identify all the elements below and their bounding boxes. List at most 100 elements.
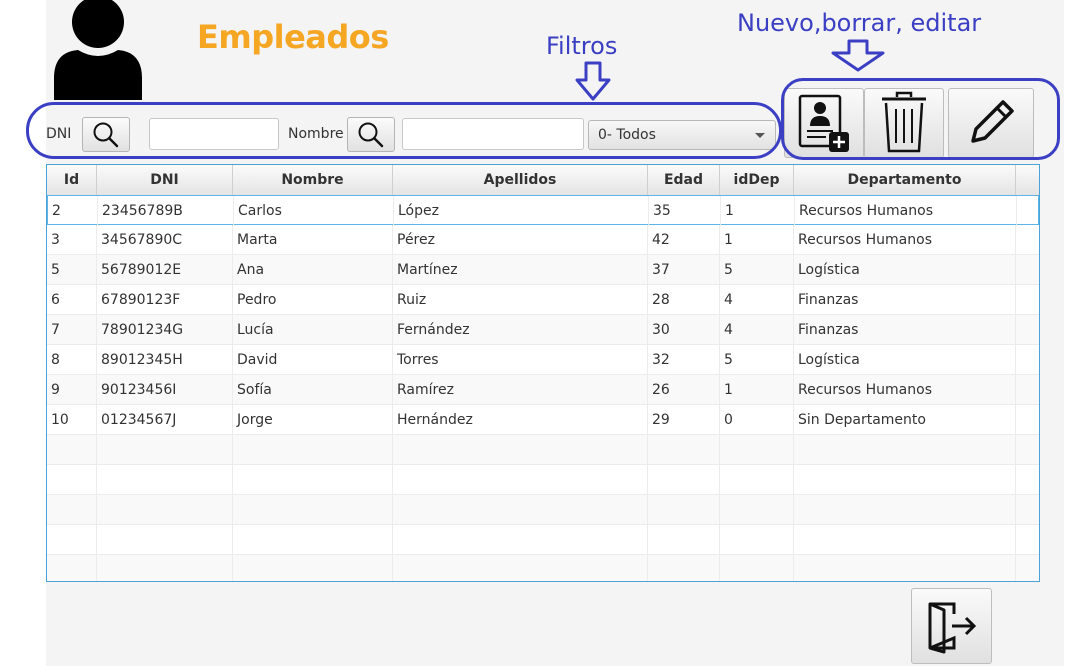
cell-nombre: Lucía [233, 315, 393, 345]
empty-cell [393, 495, 648, 525]
empty-table-row [47, 435, 1039, 465]
table-row[interactable]: 9 90123456I Sofía Ramírez 26 1 Recursos … [47, 375, 1039, 405]
cell-departamento: Finanzas [794, 315, 1016, 345]
cell-nombre: Marta [233, 225, 393, 255]
empty-cell [720, 555, 794, 581]
empty-cell [47, 495, 97, 525]
cell-nombre: Jorge [233, 405, 393, 435]
cell-iddep: 1 [720, 225, 794, 255]
column-header-apellidos[interactable]: Apellidos [393, 165, 648, 195]
cell-iddep: 4 [720, 315, 794, 345]
empty-cell [47, 525, 97, 555]
annotation-actions: Nuevo,borrar, editar [737, 9, 982, 37]
table-header: Id DNI Nombre Apellidos Edad idDep Depar… [47, 165, 1039, 196]
cell-edad: 37 [648, 255, 720, 285]
cell-dni: 34567890C [97, 225, 233, 255]
cell-apellidos: López [394, 196, 649, 226]
cell-edad: 29 [648, 405, 720, 435]
empty-cell [794, 465, 1016, 495]
exit-door-icon [928, 602, 976, 654]
empty-cell [97, 525, 233, 555]
column-header-departamento[interactable]: Departamento [794, 165, 1016, 195]
table-row[interactable]: 3 34567890C Marta Pérez 42 1 Recursos Hu… [47, 225, 1039, 255]
cell-edad: 26 [648, 375, 720, 405]
annotation-filters-outline [26, 102, 782, 159]
empty-cell [648, 525, 720, 555]
empty-cell [794, 525, 1016, 555]
empty-cell [233, 495, 393, 525]
cell-edad: 30 [648, 315, 720, 345]
cell-iddep: 1 [721, 196, 795, 226]
column-header-nombre[interactable]: Nombre [233, 165, 393, 195]
cell-nombre: Sofía [233, 375, 393, 405]
table-row[interactable]: 8 89012345H David Torres 32 5 Logística [47, 345, 1039, 375]
cell-nombre: David [233, 345, 393, 375]
table-row[interactable]: 10 01234567J Jorge Hernández 29 0 Sin De… [47, 405, 1039, 435]
cell-apellidos: Ramírez [393, 375, 648, 405]
cell-id: 6 [47, 285, 97, 315]
cell-apellidos: Torres [393, 345, 648, 375]
empty-cell [720, 465, 794, 495]
cell-dni: 01234567J [97, 405, 233, 435]
cell-nombre: Carlos [234, 196, 394, 226]
cell-id: 10 [47, 405, 97, 435]
table-row[interactable]: 5 56789012E Ana Martínez 37 5 Logística [47, 255, 1039, 285]
empty-cell [648, 435, 720, 465]
cell-id: 5 [47, 255, 97, 285]
column-header-edad[interactable]: Edad [648, 165, 720, 195]
cell-departamento: Logística [794, 255, 1016, 285]
cell-dni: 56789012E [97, 255, 233, 285]
cell-apellidos: Fernández [393, 315, 648, 345]
cell-dni: 67890123F [97, 285, 233, 315]
empty-cell [233, 465, 393, 495]
empty-cell [47, 555, 97, 581]
empty-cell [393, 525, 648, 555]
employees-table[interactable]: Id DNI Nombre Apellidos Edad idDep Depar… [46, 164, 1040, 582]
column-header-iddep[interactable]: idDep [720, 165, 794, 195]
exit-button[interactable] [911, 588, 992, 664]
cell-id: 8 [47, 345, 97, 375]
cell-departamento: Logística [794, 345, 1016, 375]
cell-nombre: Ana [233, 255, 393, 285]
cell-iddep: 1 [720, 375, 794, 405]
cell-nombre: Pedro [233, 285, 393, 315]
empty-table-row [47, 465, 1039, 495]
annotation-actions-outline [781, 78, 1060, 160]
annotation-filters: Filtros [546, 32, 618, 60]
cell-dni: 23456789B [98, 196, 234, 226]
cell-dni: 90123456I [97, 375, 233, 405]
empty-cell [47, 435, 97, 465]
table-row[interactable]: 7 78901234G Lucía Fernández 30 4 Finanza… [47, 315, 1039, 345]
cell-dni: 78901234G [97, 315, 233, 345]
cell-departamento: Recursos Humanos [795, 196, 1017, 226]
cell-id: 7 [47, 315, 97, 345]
table-row[interactable]: 2 23456789B Carlos López 35 1 Recursos H… [47, 195, 1039, 226]
empty-table-row [47, 555, 1039, 581]
empty-cell [794, 435, 1016, 465]
empty-cell [233, 525, 393, 555]
cell-edad: 42 [648, 225, 720, 255]
cell-edad: 32 [648, 345, 720, 375]
cell-apellidos: Pérez [393, 225, 648, 255]
cell-iddep: 4 [720, 285, 794, 315]
annotation-arrow-down-icon [831, 39, 885, 72]
column-header-dni[interactable]: DNI [97, 165, 233, 195]
empty-cell [648, 465, 720, 495]
cell-departamento: Sin Departamento [794, 405, 1016, 435]
empty-cell [97, 495, 233, 525]
cell-apellidos: Martínez [393, 255, 648, 285]
annotation-arrow-down-icon [575, 61, 611, 101]
cell-dni: 89012345H [97, 345, 233, 375]
column-header-id[interactable]: Id [47, 165, 97, 195]
empty-cell [393, 555, 648, 581]
cell-iddep: 5 [720, 345, 794, 375]
empty-cell [720, 525, 794, 555]
cell-departamento: Finanzas [794, 285, 1016, 315]
table-row[interactable]: 6 67890123F Pedro Ruiz 28 4 Finanzas [47, 285, 1039, 315]
cell-departamento: Recursos Humanos [794, 375, 1016, 405]
empty-cell [720, 435, 794, 465]
empty-table-row [47, 495, 1039, 525]
empty-cell [648, 495, 720, 525]
cell-apellidos: Hernández [393, 405, 648, 435]
cell-iddep: 5 [720, 255, 794, 285]
